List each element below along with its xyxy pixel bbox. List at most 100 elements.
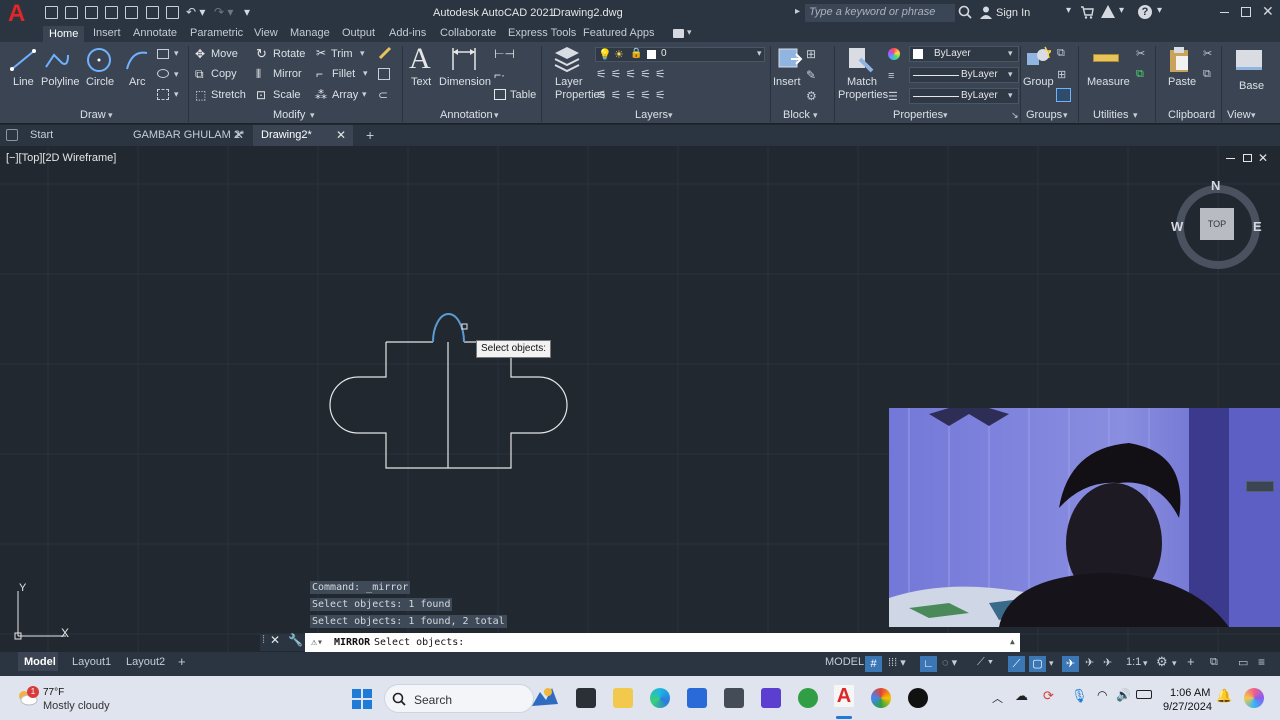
hatch-dropdown-icon[interactable]: ▾: [174, 89, 179, 100]
layers-panel-title[interactable]: Layers: [635, 109, 668, 121]
tab-insert[interactable]: Insert: [93, 27, 121, 39]
sign-in-dropdown-icon[interactable]: ▾: [1066, 5, 1071, 16]
fillet-dropdown-icon[interactable]: ▾: [363, 68, 368, 79]
tab-home[interactable]: Home: [43, 26, 85, 42]
view-panel-title[interactable]: View: [1227, 109, 1251, 121]
layer-tools-row1-icons[interactable]: ⚟⚟⚟⚟⚟: [596, 67, 670, 81]
connect-dropdown-icon[interactable]: ▾: [1119, 5, 1124, 16]
annotation-visibility-icon[interactable]: ✈: [1062, 656, 1079, 672]
file-explorer-icon[interactable]: [613, 688, 633, 708]
clipboard-panel-title[interactable]: Clipboard: [1168, 109, 1215, 121]
auto-scale-icon[interactable]: ✈: [1085, 656, 1094, 669]
multileader-icon[interactable]: ⌐·: [494, 68, 505, 82]
polyline-button[interactable]: Polyline: [41, 76, 80, 88]
match-properties-button[interactable]: Match Properties: [838, 76, 888, 102]
dimension-button[interactable]: Dimension: [439, 76, 491, 88]
utilities-panel-dropdown-icon[interactable]: ▾: [1133, 110, 1138, 121]
ribbon-toggle-icon[interactable]: [673, 29, 684, 38]
autocad-logo[interactable]: A: [8, 2, 34, 26]
edge-browser-icon[interactable]: [650, 688, 670, 708]
line-icon[interactable]: [10, 47, 36, 78]
workspace-dropdown-icon[interactable]: ▾: [1172, 658, 1177, 669]
edit-block-icon[interactable]: ✎: [806, 68, 816, 82]
doc-tab-start[interactable]: Start: [22, 125, 61, 146]
task-view-icon[interactable]: [576, 688, 596, 708]
object-snap-tracking-icon[interactable]: ⟋: [1008, 656, 1025, 672]
tab-output[interactable]: Output: [342, 27, 375, 39]
groups-panel-dropdown-icon[interactable]: ▾: [1063, 110, 1068, 121]
print-icon[interactable]: [166, 6, 179, 19]
save-as-icon[interactable]: [105, 6, 118, 19]
group-edit-icon[interactable]: ⊞: [1057, 68, 1066, 81]
cut-clip-icon[interactable]: ✂: [1203, 47, 1212, 60]
add-layout-icon[interactable]: +: [178, 654, 186, 669]
layout-tab-layout2[interactable]: Layout2: [126, 656, 165, 668]
mirror-button[interactable]: Mirror: [273, 68, 302, 80]
clean-screen-icon[interactable]: ▭: [1238, 656, 1248, 669]
measure-button[interactable]: Measure: [1087, 76, 1130, 88]
layer-properties-button[interactable]: Layer Properties: [555, 76, 605, 102]
redo-icon[interactable]: ↷ ▾: [214, 5, 233, 19]
linetype-icon[interactable]: ☰: [888, 90, 898, 103]
new-file-icon[interactable]: [45, 6, 58, 19]
command-history-toggle-icon[interactable]: ▲: [1010, 632, 1015, 651]
scale-button[interactable]: Scale: [273, 89, 301, 101]
command-line-input[interactable]: ⚠▾ MIRROR Select objects: ▲: [305, 633, 1020, 652]
show-hidden-icons-icon[interactable]: ︿: [992, 690, 1003, 706]
tab-parametric[interactable]: Parametric: [190, 27, 243, 39]
maximize-icon[interactable]: [1241, 7, 1251, 17]
draw-panel-dropdown-icon[interactable]: ▾: [108, 110, 113, 121]
group-button[interactable]: Group: [1023, 76, 1054, 88]
model-space-button[interactable]: MODEL: [825, 656, 864, 668]
tab-featured-apps[interactable]: Featured Apps: [583, 27, 655, 39]
sync-tray-icon[interactable]: ⟳: [1043, 688, 1054, 704]
copilot-icon[interactable]: [1244, 688, 1264, 708]
command-grip-icon[interactable]: ⁞: [262, 634, 265, 646]
text-button[interactable]: Text: [411, 76, 431, 88]
annotation-panel-dropdown-icon[interactable]: ▾: [494, 110, 499, 121]
paste-button[interactable]: Paste: [1168, 76, 1196, 88]
search-input[interactable]: Type a keyword or phrase: [805, 4, 955, 22]
weather-temperature[interactable]: 77°F: [43, 687, 64, 698]
new-tab-icon[interactable]: +: [366, 127, 374, 143]
cloud-tray-icon[interactable]: ☁: [1015, 688, 1028, 704]
block-panel-title[interactable]: Block: [783, 109, 810, 121]
modify-panel-title[interactable]: Modify: [273, 109, 305, 121]
tab-manage[interactable]: Manage: [290, 27, 330, 39]
search-icon[interactable]: [958, 5, 972, 19]
offset-icon[interactable]: ⊂: [378, 88, 388, 102]
annotation-scale[interactable]: 1:1: [1126, 656, 1141, 668]
block-panel-dropdown-icon[interactable]: ▾: [813, 110, 818, 121]
polyline-icon[interactable]: [44, 47, 70, 78]
tab-annotate[interactable]: Annotate: [133, 27, 177, 39]
view-panel-dropdown-icon[interactable]: ▾: [1251, 110, 1256, 121]
tab-add-ins[interactable]: Add-ins: [389, 27, 426, 39]
search-highlight-icon[interactable]: [530, 684, 560, 710]
circle-icon[interactable]: [85, 46, 113, 79]
close-command-line-icon[interactable]: ✕: [270, 633, 280, 647]
trim-dropdown-icon[interactable]: ▾: [360, 48, 365, 59]
minimize-icon[interactable]: [1220, 12, 1229, 13]
close-tab-icon[interactable]: ✕: [234, 128, 244, 142]
ellipse-dropdown-icon[interactable]: ▾: [174, 69, 179, 80]
utilities-panel-title[interactable]: Utilities: [1093, 109, 1128, 121]
ellipse-icon[interactable]: [157, 69, 169, 78]
arc-button[interactable]: Arc: [129, 76, 146, 88]
connect-icon[interactable]: [1100, 4, 1116, 20]
copy-clip2-icon[interactable]: ⧉: [1203, 68, 1211, 81]
circle-button[interactable]: Circle: [86, 76, 114, 88]
ribbon-toggle-dropdown-icon[interactable]: ▾: [687, 27, 692, 38]
trim-button[interactable]: Trim: [331, 48, 353, 60]
layer-lock-icon[interactable]: 🔒: [630, 48, 642, 59]
block-attributes-icon[interactable]: ⚙: [806, 89, 817, 103]
app-m-icon[interactable]: [761, 688, 781, 708]
leader-icon[interactable]: ⊢⊣: [494, 47, 515, 61]
arc-icon[interactable]: [124, 47, 150, 78]
help-icon[interactable]: ?: [1138, 5, 1152, 19]
array-dropdown-icon[interactable]: ▾: [362, 89, 367, 100]
undo-icon[interactable]: ↶ ▾: [186, 5, 205, 19]
erase-icon[interactable]: [378, 46, 392, 60]
help-dropdown-icon[interactable]: ▾: [1157, 5, 1162, 16]
explode-icon[interactable]: [378, 68, 390, 80]
lineweight-icon[interactable]: ≡: [888, 70, 894, 82]
